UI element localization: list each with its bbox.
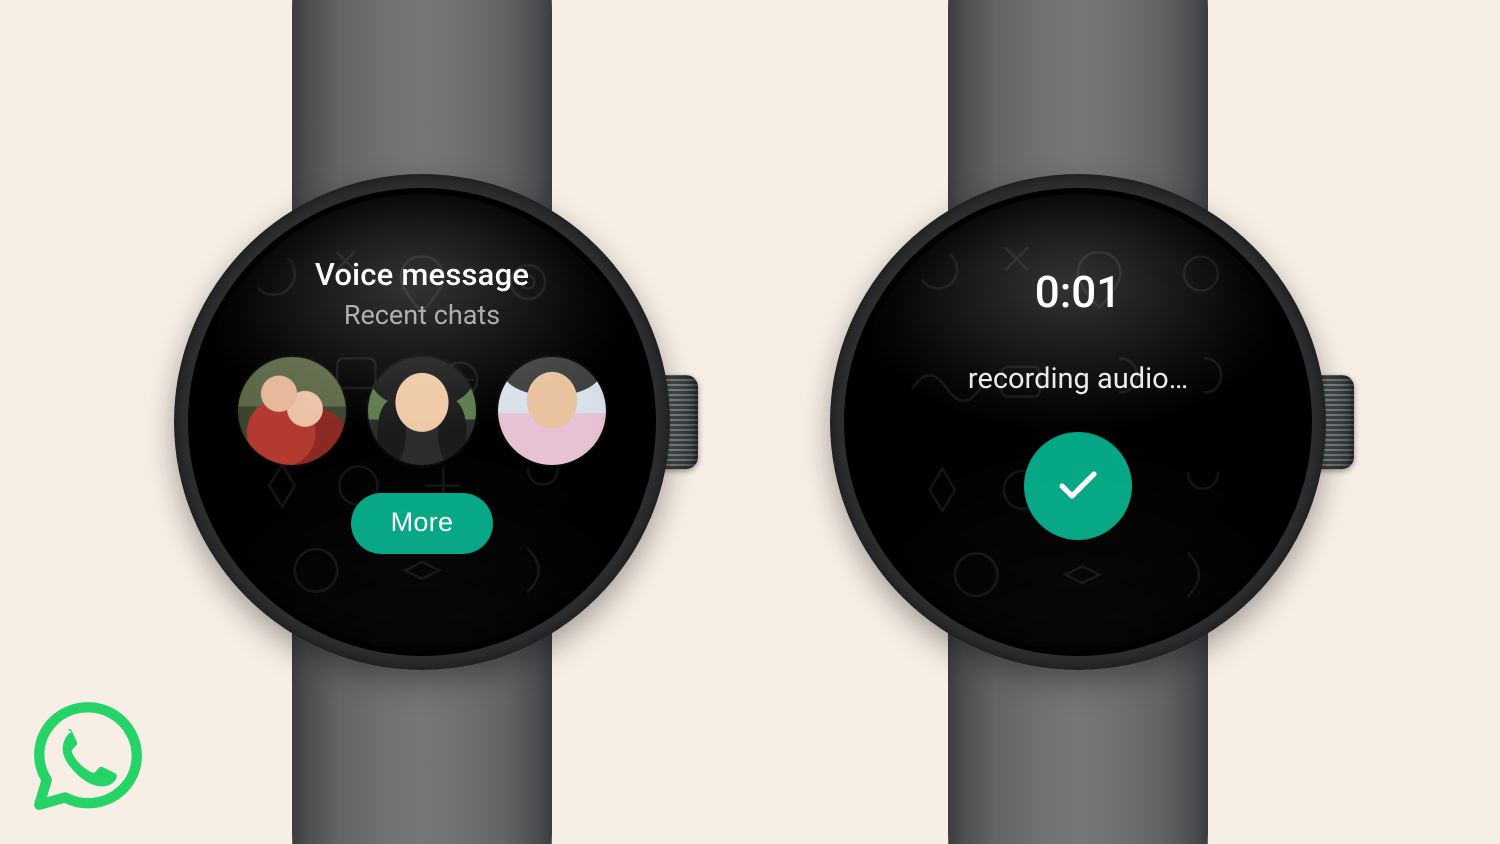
check-icon bbox=[1054, 461, 1102, 512]
recent-chat-avatar-1[interactable] bbox=[238, 357, 346, 465]
recent-chat-avatar-3[interactable] bbox=[498, 357, 606, 465]
screen-title: Voice message bbox=[315, 256, 529, 293]
screen-subtitle: Recent chats bbox=[344, 299, 500, 331]
watch-screen-recording: 0:01 recording audio… bbox=[866, 210, 1290, 634]
watch-left: Voice message Recent chats More bbox=[182, 182, 662, 662]
watch-screen-voice-message: Voice message Recent chats More bbox=[210, 210, 634, 634]
recent-chat-avatar-2[interactable] bbox=[368, 357, 476, 465]
recent-chats-row bbox=[238, 357, 606, 465]
whatsapp-logo-icon bbox=[28, 696, 148, 816]
recording-status: recording audio… bbox=[968, 362, 1188, 396]
watch-right: 0:01 recording audio… bbox=[838, 182, 1318, 662]
more-button[interactable]: More bbox=[351, 493, 494, 554]
confirm-button[interactable] bbox=[1024, 432, 1132, 540]
recording-timer: 0:01 bbox=[1035, 266, 1122, 318]
